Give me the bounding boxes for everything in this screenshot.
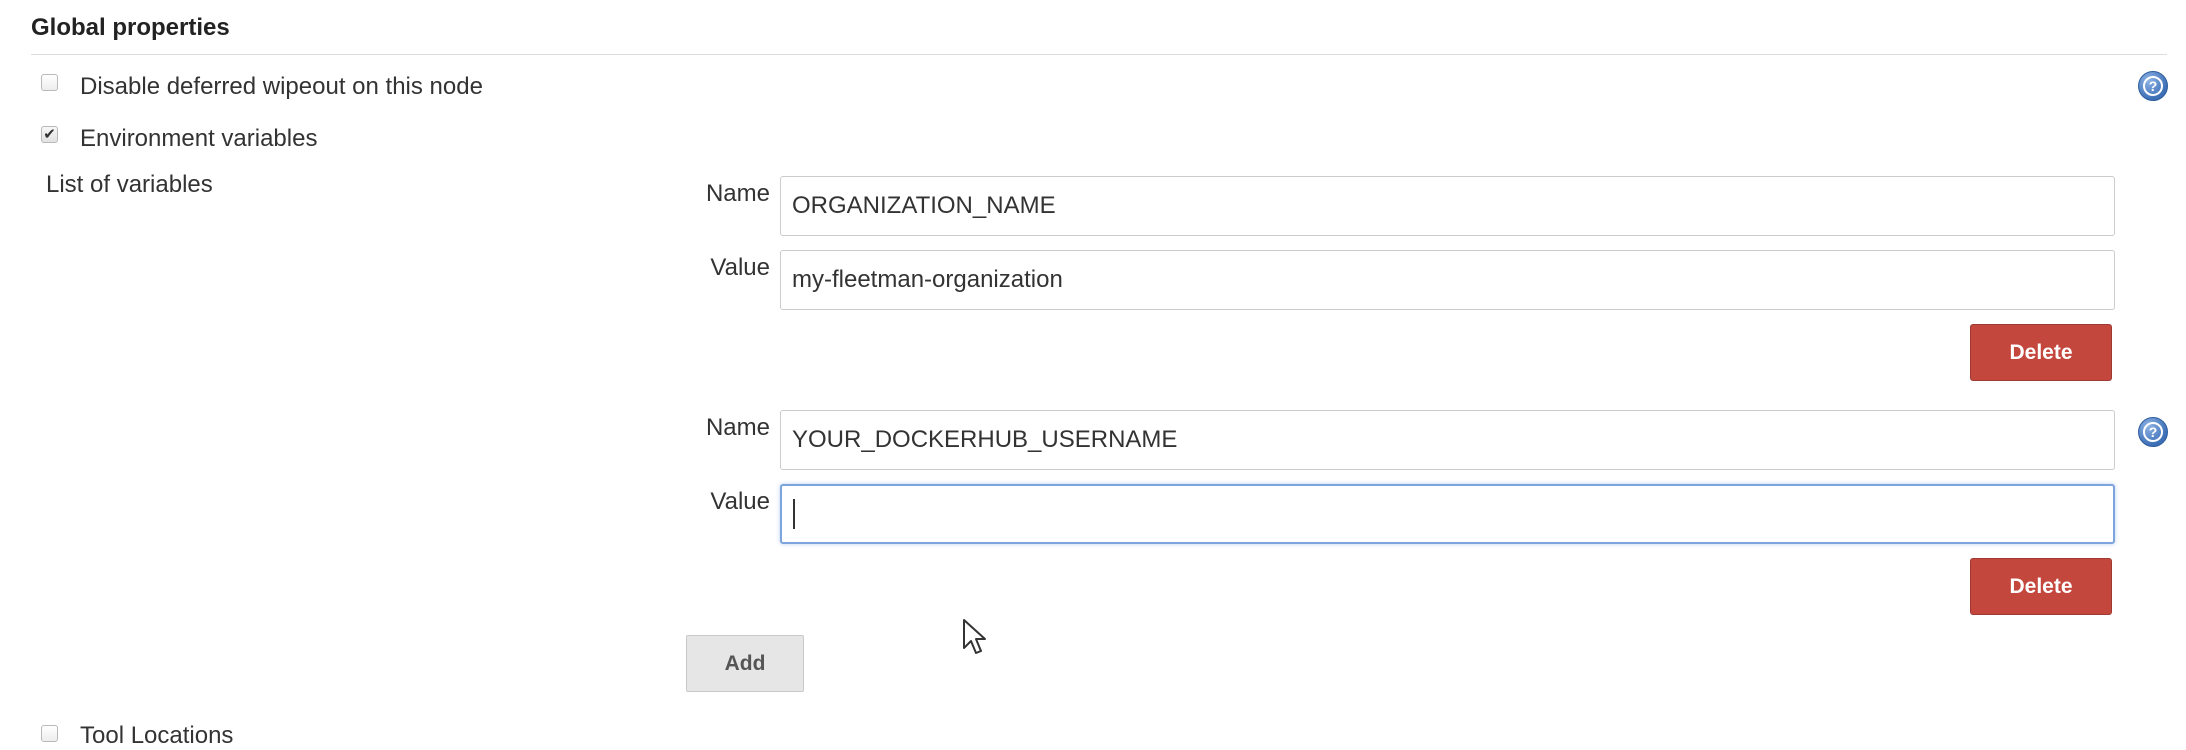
variable-value-input[interactable] bbox=[780, 484, 2115, 544]
environment-variables-label: Environment variables bbox=[80, 125, 318, 152]
section-divider bbox=[31, 54, 2167, 55]
tool-locations-checkbox[interactable] bbox=[41, 725, 58, 742]
value-label: Value bbox=[710, 488, 770, 515]
mouse-pointer-icon bbox=[963, 619, 986, 654]
variable-name-input[interactable] bbox=[780, 176, 2115, 236]
help-icon[interactable]: ? bbox=[2138, 417, 2168, 447]
value-label: Value bbox=[710, 254, 770, 281]
help-icon[interactable]: ? bbox=[2138, 71, 2168, 101]
checkmark-icon: ✔ bbox=[43, 126, 56, 143]
list-of-variables-label: List of variables bbox=[46, 171, 213, 198]
deferred-wipeout-checkbox[interactable] bbox=[41, 74, 58, 91]
environment-variables-checkbox[interactable]: ✔ bbox=[41, 126, 58, 143]
text-caret bbox=[793, 499, 795, 529]
delete-variable-button[interactable]: Delete bbox=[1970, 558, 2112, 615]
deferred-wipeout-label: Disable deferred wipeout on this node bbox=[80, 73, 483, 100]
tool-locations-label: Tool Locations bbox=[80, 722, 234, 749]
name-label: Name bbox=[705, 180, 770, 207]
add-variable-button[interactable]: Add bbox=[686, 635, 804, 692]
delete-variable-button[interactable]: Delete bbox=[1970, 324, 2112, 381]
variable-value-input[interactable] bbox=[780, 250, 2115, 310]
name-label: Name bbox=[705, 414, 770, 441]
variable-name-input[interactable] bbox=[780, 410, 2115, 470]
section-title: Global properties bbox=[31, 14, 230, 41]
